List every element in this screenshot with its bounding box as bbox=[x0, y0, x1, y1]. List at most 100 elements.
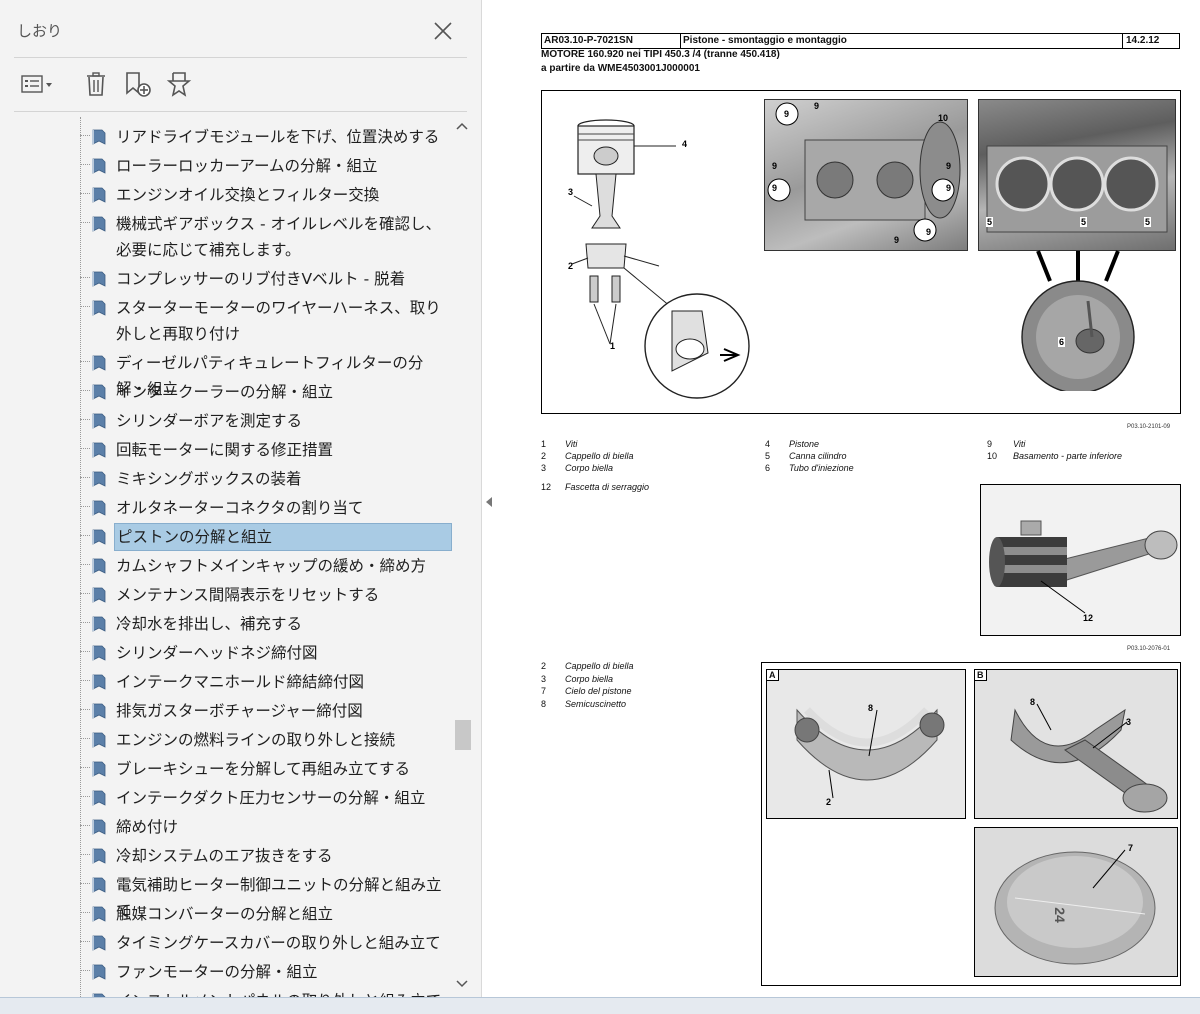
bookmark-item[interactable]: インタークーラーの分解・組立 bbox=[80, 378, 452, 404]
tree-connector bbox=[80, 767, 90, 768]
tree-connector bbox=[80, 709, 90, 710]
bookmark-item[interactable]: コンプレッサーのリブ付きVベルト - 脱着 bbox=[80, 265, 452, 291]
bookmark-icon bbox=[92, 471, 106, 487]
legend-text: Canna cilindro bbox=[789, 451, 847, 461]
bookmark-item[interactable]: ブレーキシューを分解して再組み立てする bbox=[80, 755, 452, 781]
bookmark-item[interactable]: 冷却水を排出し、補充する bbox=[80, 610, 452, 636]
bookmark-icon bbox=[92, 674, 106, 690]
callout-6: 6 bbox=[1058, 337, 1066, 347]
scroll-up-button[interactable] bbox=[452, 117, 472, 137]
bookmark-icon bbox=[92, 300, 106, 316]
tree-connector bbox=[80, 164, 90, 165]
tree-connector bbox=[80, 854, 90, 855]
bookmark-icon bbox=[92, 790, 106, 806]
tree-connector bbox=[80, 883, 90, 884]
callout-9: 9 bbox=[784, 109, 790, 119]
bookmark-label: タイミングケースカバーの取り外しと組み立て bbox=[116, 934, 441, 952]
legend-text: Pistone bbox=[789, 439, 820, 449]
piston-crown-photo bbox=[974, 827, 1178, 977]
close-icon[interactable] bbox=[430, 18, 456, 44]
bookmark-item[interactable]: ファンモーターの分解・組立 bbox=[80, 958, 452, 984]
tree-connector bbox=[80, 912, 90, 913]
bookmark-item[interactable]: 電気補助ヒーター制御ユニットの分解と組み立て bbox=[80, 871, 452, 920]
bookmark-icon bbox=[92, 384, 106, 400]
callout-2: 2 bbox=[568, 261, 574, 271]
callout-9: 9 bbox=[926, 227, 932, 237]
bookmark-item[interactable]: ディーゼルパティキュレートフィルターの分解・組立 bbox=[80, 349, 452, 398]
panel-a-photo bbox=[766, 669, 966, 819]
document-header: AR03.10-P-7021SN Pistone - smontaggio e … bbox=[541, 33, 1180, 49]
callout-9: 9 bbox=[772, 161, 778, 171]
bookmark-item[interactable]: メンテナンス間隔表示をリセットする bbox=[80, 581, 452, 607]
tree-connector bbox=[80, 222, 90, 223]
bookmark-item[interactable]: オルタネーターコネクタの割り当て bbox=[80, 494, 452, 520]
bookmark-label: インタークーラーの分解・組立 bbox=[116, 383, 334, 401]
legend-text: Cappello di biella bbox=[565, 661, 634, 671]
bookmark-label: ミキシングボックスの装着 bbox=[116, 470, 302, 488]
bookmark-item[interactable]: エンジンオイル交換とフィルター交換 bbox=[80, 181, 452, 207]
bookmark-item[interactable]: インストルメントパネルの取り外しと組み立て bbox=[80, 987, 452, 997]
legend-text: Viti bbox=[1013, 439, 1026, 449]
bookmark-item[interactable]: 回転モーターに関する修正措置 bbox=[80, 436, 452, 462]
bookmark-label: 機械式ギアボックス - オイルレベルを確認し、必要に応じて補充します。 bbox=[116, 215, 441, 259]
bookmark-label: インストルメントパネルの取り外しと組み立て bbox=[116, 988, 452, 997]
bookmark-icon bbox=[92, 355, 106, 371]
tree-connector bbox=[80, 361, 90, 362]
bookmark-item[interactable]: ミキシングボックスの装着 bbox=[80, 465, 452, 491]
collapse-panel-button[interactable] bbox=[484, 494, 494, 508]
bookmark-item[interactable]: 機械式ギアボックス - オイルレベルを確認し、必要に応じて補充します。 bbox=[80, 210, 452, 262]
scroll-down-button[interactable] bbox=[452, 973, 472, 993]
bookmark-icon bbox=[92, 587, 106, 603]
new-bookmark-button[interactable] bbox=[120, 64, 156, 104]
bookmark-item[interactable]: スターターモーターのワイヤーハーネス、取り外しと再取り付け bbox=[80, 294, 452, 346]
list-options-icon bbox=[21, 75, 52, 93]
bookmark-item[interactable]: カムシャフトメインキャップの緩め・締め方 bbox=[80, 552, 452, 578]
bookmark-item[interactable]: ローラーロッカーアームの分解・組立 bbox=[80, 152, 452, 178]
bookmark-label: オルタネーターコネクタの割り当て bbox=[116, 499, 364, 517]
bookmark-item[interactable]: リアドライブモジュールを下げ、位置決めする bbox=[80, 123, 452, 149]
tree-connector bbox=[80, 535, 90, 536]
figure-piston-clamp: 12 bbox=[980, 484, 1181, 636]
doc-title: Pistone - smontaggio e montaggio bbox=[683, 35, 847, 46]
bookmark-item[interactable]: シリンダーヘッドネジ締付図 bbox=[80, 639, 452, 665]
bookmark-item[interactable]: 排気ガスターボチャージャー締付図 bbox=[80, 697, 452, 723]
legend-text: Semicuscinetto bbox=[565, 699, 627, 709]
legend-text: Viti bbox=[565, 439, 578, 449]
chevron-up-icon bbox=[456, 122, 468, 130]
bookmark-item[interactable]: インテークダクト圧力センサーの分解・組立 bbox=[80, 784, 452, 810]
bookmark-label: リアドライブモジュールを下げ、位置決めする bbox=[116, 128, 440, 146]
bookmark-icon bbox=[92, 819, 106, 835]
callout-7: 7 bbox=[1128, 843, 1134, 853]
tree-connector bbox=[80, 970, 90, 971]
bookmark-item[interactable]: 触媒コンバーターの分解と組立 bbox=[80, 900, 452, 926]
panel-title: しおり bbox=[17, 22, 63, 40]
tree-connector bbox=[80, 941, 90, 942]
find-current-bookmark-button[interactable] bbox=[162, 64, 198, 104]
bookmark-label: スターターモーターのワイヤーハーネス、取り外しと再取り付け bbox=[116, 299, 441, 343]
bookmark-item[interactable]: シリンダーボアを測定する bbox=[80, 407, 452, 433]
options-menu-button[interactable] bbox=[18, 64, 60, 104]
document-page: AR03.10-P-7021SN Pistone - smontaggio e … bbox=[497, 0, 1200, 997]
bookmark-icon bbox=[92, 645, 106, 661]
bookmark-label: カムシャフトメインキャップの緩め・締め方 bbox=[116, 557, 427, 575]
legend-text: Fascetta di serraggio bbox=[565, 482, 650, 492]
legend-text: Cielo del pistone bbox=[565, 686, 632, 696]
delete-button[interactable] bbox=[78, 64, 114, 104]
cylinder-bores-photo bbox=[978, 99, 1176, 251]
bookmark-item[interactable]: エンジンの燃料ラインの取り外しと接続 bbox=[80, 726, 452, 752]
callout-9: 9 bbox=[894, 235, 900, 245]
tree-connector bbox=[80, 477, 90, 478]
legend-text: Tubo d'iniezione bbox=[789, 463, 854, 473]
detail-magnifier-circle bbox=[644, 293, 750, 399]
bookmark-label: 冷却システムのエア抜きをする bbox=[116, 847, 333, 865]
bookmark-item[interactable]: インテークマニホールド締結締付図 bbox=[80, 668, 452, 694]
bookmark-scrollbar[interactable] bbox=[452, 117, 472, 993]
bookmark-icon bbox=[92, 216, 106, 232]
bookmark-item[interactable]: 冷却システムのエア抜きをする bbox=[80, 842, 452, 868]
bookmark-item[interactable]: タイミングケースカバーの取り外しと組み立て bbox=[80, 929, 452, 955]
doc-date: 14.2.12 bbox=[1126, 35, 1160, 46]
bookmark-item[interactable]: 締め付け bbox=[80, 813, 452, 839]
bookmark-label: メンテナンス間隔表示をリセットする bbox=[116, 586, 380, 604]
scroll-thumb[interactable] bbox=[455, 720, 471, 750]
bookmark-item[interactable]: ピストンの分解と組立 bbox=[80, 523, 452, 551]
